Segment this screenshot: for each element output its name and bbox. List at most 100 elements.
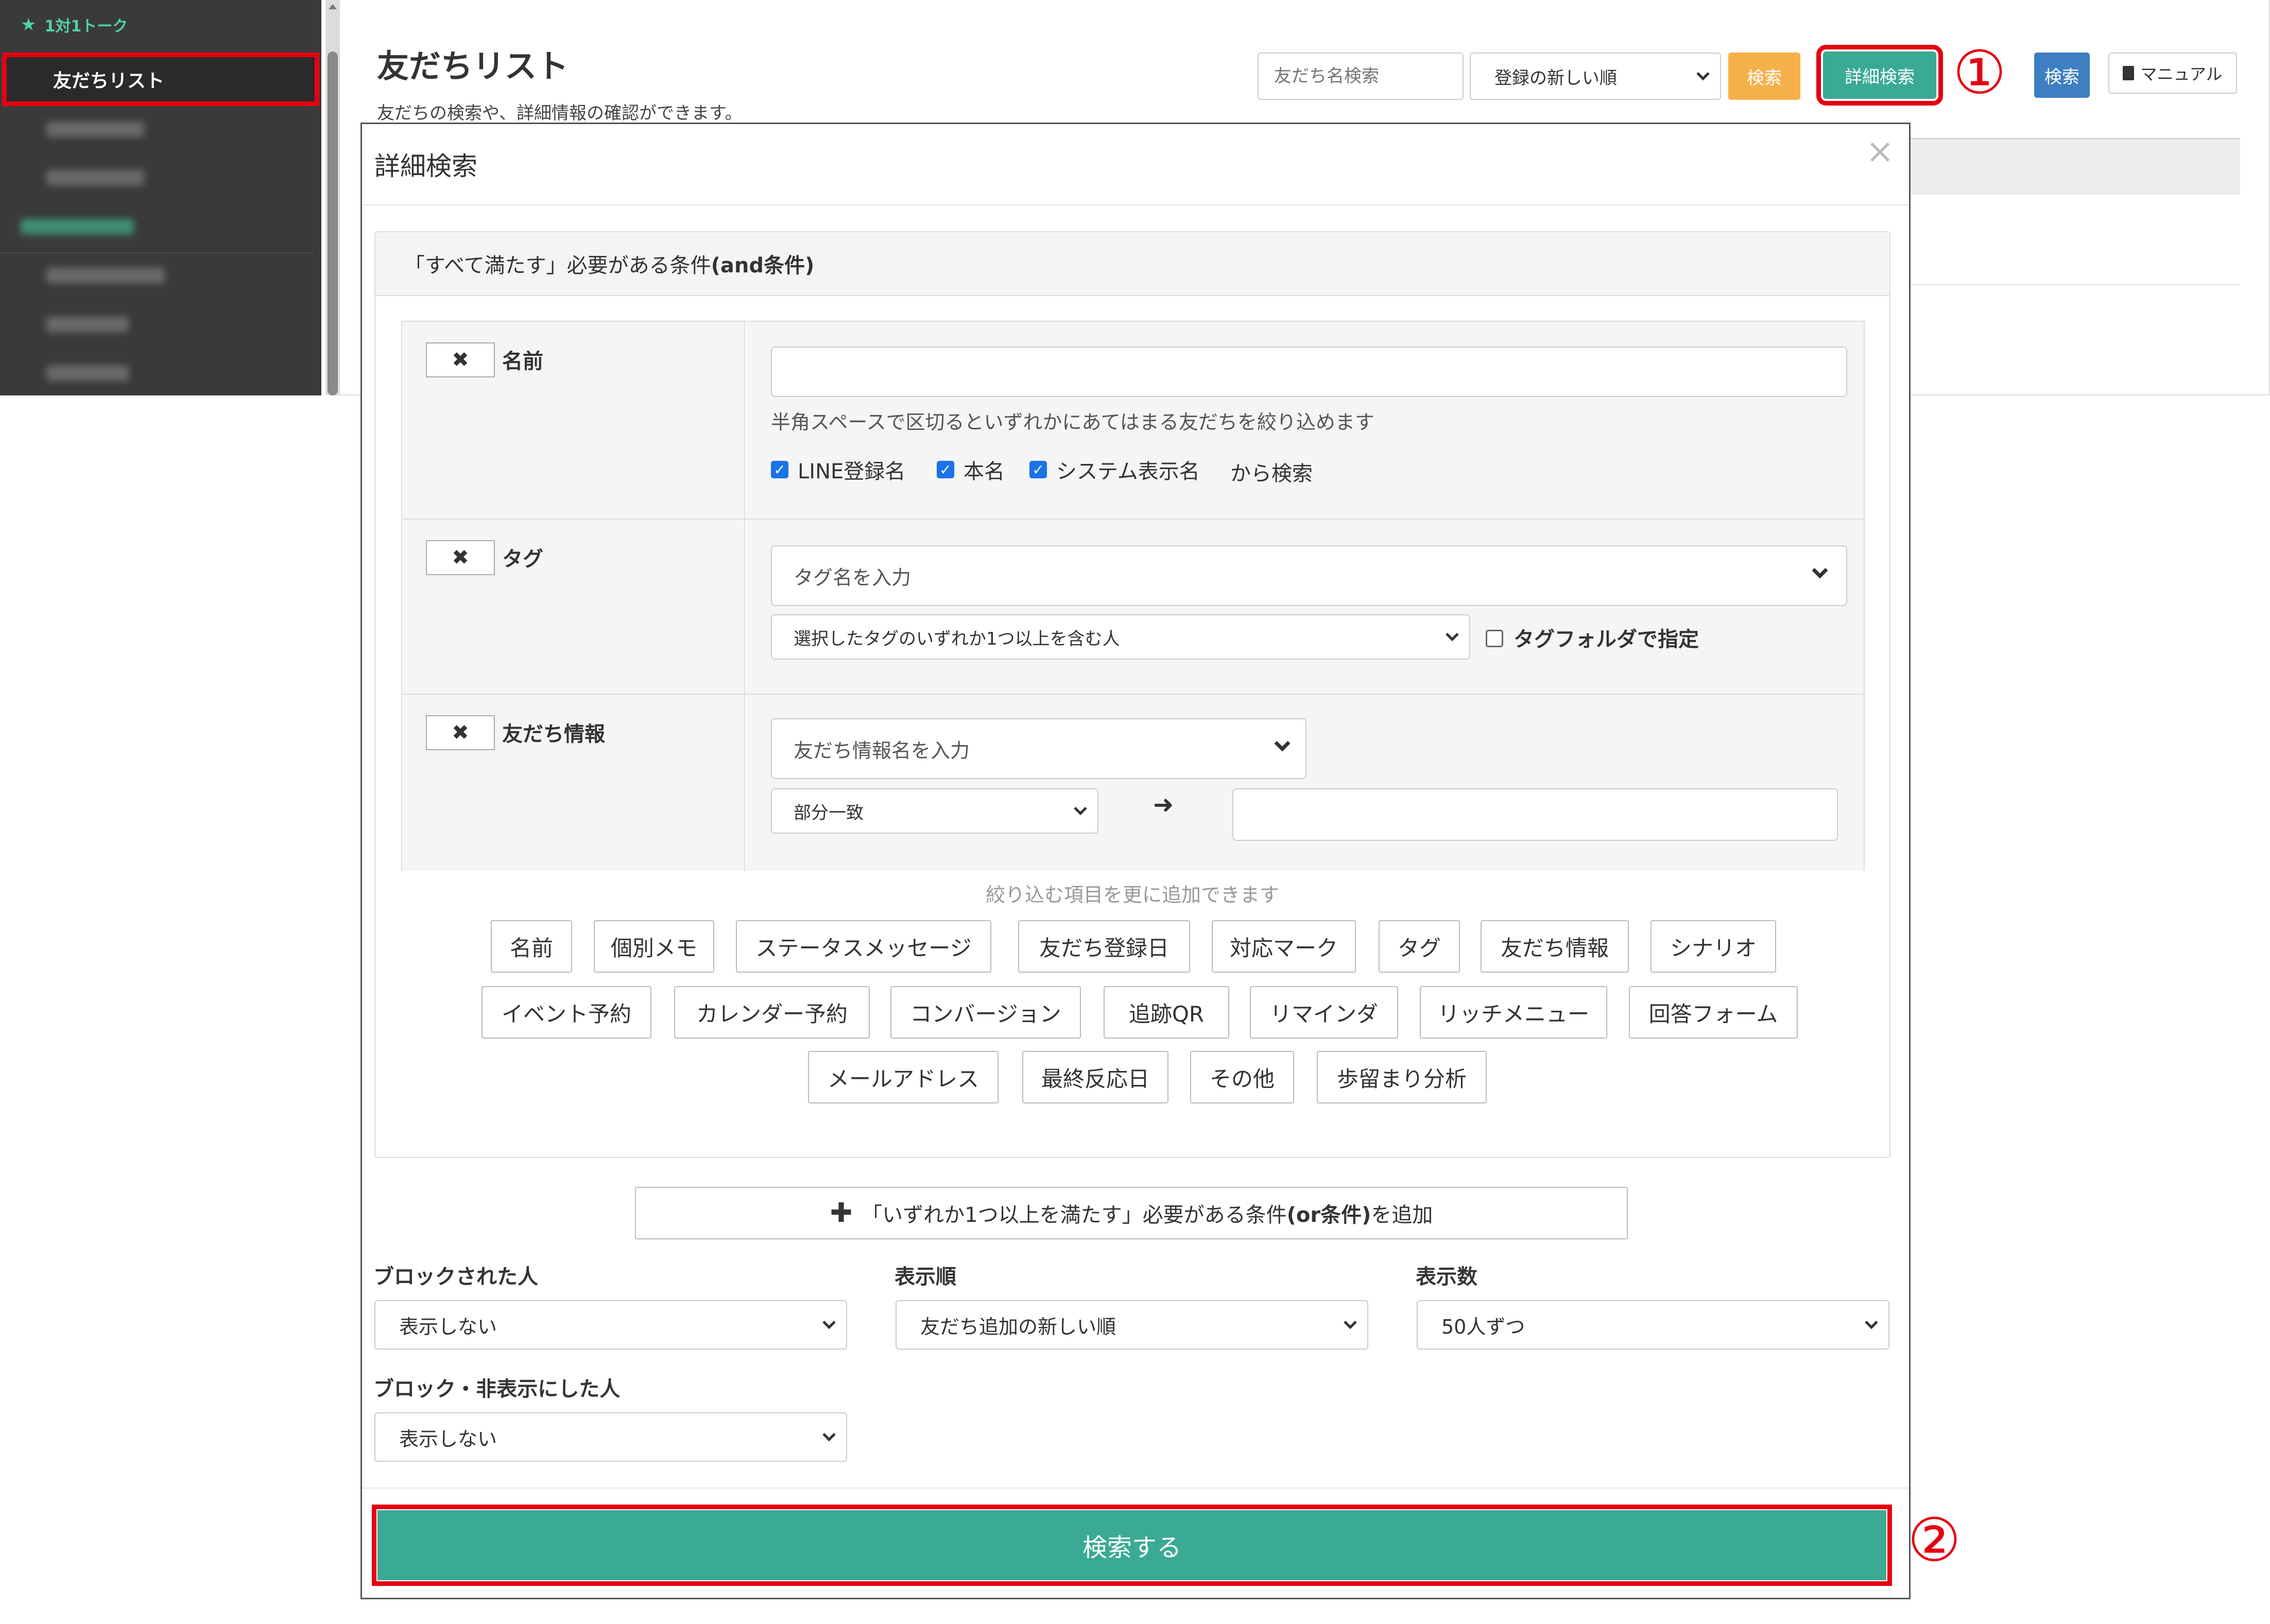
condition-input-cell: 半角スペースで区切るといずれかにあてはまる友だちを絞り込めます ✓ LINE登録… bbox=[746, 322, 1864, 519]
sidebar-scrollbar[interactable] bbox=[325, 0, 340, 395]
sidebar-section-blurred[interactable] bbox=[21, 219, 134, 234]
sidebar-item-blurred[interactable] bbox=[46, 170, 144, 185]
blocked-select[interactable]: 表示しない bbox=[374, 1300, 847, 1350]
checkbox-real-name[interactable]: ✓ bbox=[937, 461, 954, 478]
add-chip-last-reaction[interactable]: 最終反応日 bbox=[1022, 1051, 1168, 1103]
match-type-select[interactable]: 部分一致 bbox=[771, 788, 1098, 834]
tag-folder-label: タグフォルダで指定 bbox=[1514, 628, 1699, 651]
hidden-select[interactable]: 表示しない bbox=[374, 1412, 847, 1462]
or-button-suffix: を追加 bbox=[1371, 1203, 1433, 1227]
condition-name-label: 名前 bbox=[502, 350, 543, 373]
table-row-divider bbox=[1911, 284, 2240, 285]
chevron-down-icon bbox=[1344, 1316, 1357, 1329]
add-chip-status-message[interactable]: ステータスメッセージ bbox=[736, 920, 991, 973]
table-header bbox=[1911, 138, 2240, 195]
sidebar-section-one-to-one[interactable]: ★ 1対1トーク bbox=[0, 0, 321, 49]
tag-name-select[interactable]: タグ名を入力 bbox=[771, 545, 1847, 606]
add-chip-friend-info[interactable]: 友だち情報 bbox=[1481, 920, 1629, 973]
condition-row-name: ✖ 名前 半角スペースで区切るといずれかにあてはまる友だちを絞り込めます ✓ L… bbox=[402, 322, 1864, 520]
sidebar-divider bbox=[0, 252, 314, 253]
hidden-label: ブロック・非表示にした人 bbox=[373, 1377, 621, 1401]
condition-row-friend-info: ✖ 友だち情報 友だち情報名を入力 部分一致 ➜ bbox=[402, 695, 1864, 871]
add-chip-memo[interactable]: 個別メモ bbox=[594, 920, 714, 973]
name-search-input[interactable] bbox=[771, 347, 1847, 397]
add-chip-reminder[interactable]: リマインダ bbox=[1250, 986, 1398, 1039]
condition-table: ✖ 名前 半角スペースで区切るといずれかにあてはまる友だちを絞り込めます ✓ L… bbox=[401, 321, 1865, 871]
remove-condition-button[interactable]: ✖ bbox=[426, 342, 495, 377]
add-chip-other[interactable]: その他 bbox=[1190, 1051, 1294, 1103]
modal-divider bbox=[362, 204, 1909, 205]
add-chip-scenario[interactable]: シナリオ bbox=[1650, 920, 1776, 973]
add-chip-tag[interactable]: タグ bbox=[1379, 920, 1460, 973]
friend-info-value-input[interactable] bbox=[1232, 788, 1838, 841]
blocked-value: 表示しない bbox=[399, 1315, 497, 1338]
count-select[interactable]: 50人ずつ bbox=[1417, 1300, 1889, 1350]
page-title: 友だちリスト bbox=[377, 47, 569, 85]
submit-search-button[interactable]: 検索する bbox=[372, 1505, 1892, 1586]
book-icon bbox=[2123, 66, 2135, 80]
tag-mode-select[interactable]: 選択したタグのいずれか1つ以上を含む人 bbox=[771, 614, 1470, 660]
annotation-step-2: ② bbox=[1907, 1506, 1961, 1575]
add-chip-conversion[interactable]: コンバージョン bbox=[890, 986, 1081, 1039]
scrollbar-thumb[interactable] bbox=[328, 51, 338, 395]
add-chip-calendar-booking[interactable]: カレンダー予約 bbox=[674, 986, 870, 1039]
chevron-down-icon bbox=[1274, 735, 1291, 752]
chevron-down-icon bbox=[1074, 802, 1087, 816]
detail-search-button[interactable]: 詳細検索 bbox=[1816, 45, 1943, 106]
sidebar-item-blurred[interactable] bbox=[46, 317, 129, 332]
hidden-value: 表示しない bbox=[399, 1427, 497, 1450]
add-chip-event-booking[interactable]: イベント予約 bbox=[481, 986, 651, 1039]
checkbox-system-name[interactable]: ✓ bbox=[1029, 461, 1047, 478]
modal-footer-divider bbox=[362, 1488, 1909, 1489]
sidebar-item-blurred[interactable] bbox=[46, 122, 144, 137]
sidebar-item-blurred[interactable] bbox=[46, 268, 165, 283]
friend-info-placeholder: 友だち情報名を入力 bbox=[794, 739, 970, 762]
condition-label-cell: ✖ 友だち情報 bbox=[402, 695, 745, 871]
and-panel-title-text: 「すべて満たす」必要がある条件 bbox=[404, 254, 711, 278]
add-chip-answer-form[interactable]: 回答フォーム bbox=[1629, 986, 1798, 1039]
add-or-condition-button[interactable]: ✚ 「いずれか1つ以上を満たす」必要がある条件 (or条件) を追加 bbox=[635, 1187, 1628, 1239]
friend-info-select[interactable]: 友だち情報名を入力 bbox=[771, 718, 1306, 779]
sort-select-value: 登録の新しい順 bbox=[1494, 67, 1617, 89]
sort-select[interactable]: 登録の新しい順 bbox=[1470, 53, 1721, 100]
add-chip-registered-date[interactable]: 友だち登録日 bbox=[1018, 920, 1190, 973]
sidebar: ★ 1対1トーク 友だちリスト bbox=[0, 0, 321, 395]
order-value: 友だち追加の新しい順 bbox=[920, 1315, 1116, 1338]
search-button-blue[interactable]: 検索 bbox=[2034, 53, 2090, 98]
condition-input-cell: タグ名を入力 選択したタグのいずれか1つ以上を含む人 タグフォルダで指定 bbox=[746, 520, 1864, 694]
condition-label-cell: ✖ 名前 bbox=[402, 322, 745, 519]
condition-name-label: タグ bbox=[502, 547, 543, 571]
annotation-step-1: ① bbox=[1953, 38, 2006, 108]
add-chip-email[interactable]: メールアドレス bbox=[808, 1051, 999, 1103]
plus-icon: ✚ bbox=[830, 1198, 853, 1229]
close-icon[interactable]: × bbox=[1866, 131, 1894, 171]
chevron-down-icon bbox=[822, 1316, 836, 1329]
remove-condition-button[interactable]: ✖ bbox=[426, 715, 495, 750]
count-value: 50人ずつ bbox=[1441, 1315, 1525, 1338]
search-button[interactable]: 検索 bbox=[1728, 53, 1800, 100]
order-select[interactable]: 友だち追加の新しい順 bbox=[896, 1300, 1368, 1350]
remove-condition-button[interactable]: ✖ bbox=[426, 540, 495, 575]
condition-input-cell: 友だち情報名を入力 部分一致 ➜ bbox=[746, 695, 1864, 871]
checkbox-label: LINE登録名 bbox=[798, 460, 906, 483]
friend-name-search-input[interactable] bbox=[1258, 53, 1464, 100]
add-chip-tracking-qr[interactable]: 追跡QR bbox=[1104, 986, 1229, 1039]
order-label: 表示順 bbox=[895, 1265, 956, 1289]
manual-button[interactable]: マニュアル bbox=[2108, 53, 2237, 94]
add-chip-rich-menu[interactable]: リッチメニュー bbox=[1420, 986, 1607, 1039]
sidebar-item-blurred[interactable] bbox=[46, 366, 129, 381]
tag-folder-checkbox[interactable] bbox=[1486, 630, 1503, 647]
scroll-up-icon[interactable] bbox=[329, 4, 337, 9]
chevron-down-icon bbox=[1696, 67, 1710, 81]
add-chip-name[interactable]: 名前 bbox=[491, 920, 572, 973]
arrow-right-icon: ➜ bbox=[1153, 790, 1174, 819]
sidebar-item-friend-list[interactable]: 友だちリスト bbox=[2, 53, 319, 106]
modal-title: 詳細検索 bbox=[374, 151, 477, 181]
add-chip-response-mark[interactable]: 対応マーク bbox=[1212, 920, 1356, 973]
checkbox-line-name[interactable]: ✓ bbox=[771, 461, 788, 478]
count-label: 表示数 bbox=[1416, 1265, 1477, 1289]
add-chip-yield-analysis[interactable]: 歩留まり分析 bbox=[1317, 1051, 1487, 1103]
chevron-down-icon bbox=[1865, 1316, 1878, 1329]
checkbox-label: システム表示名 bbox=[1056, 460, 1200, 483]
and-panel-title: 「すべて満たす」必要がある条件 (and条件) bbox=[375, 232, 1889, 296]
